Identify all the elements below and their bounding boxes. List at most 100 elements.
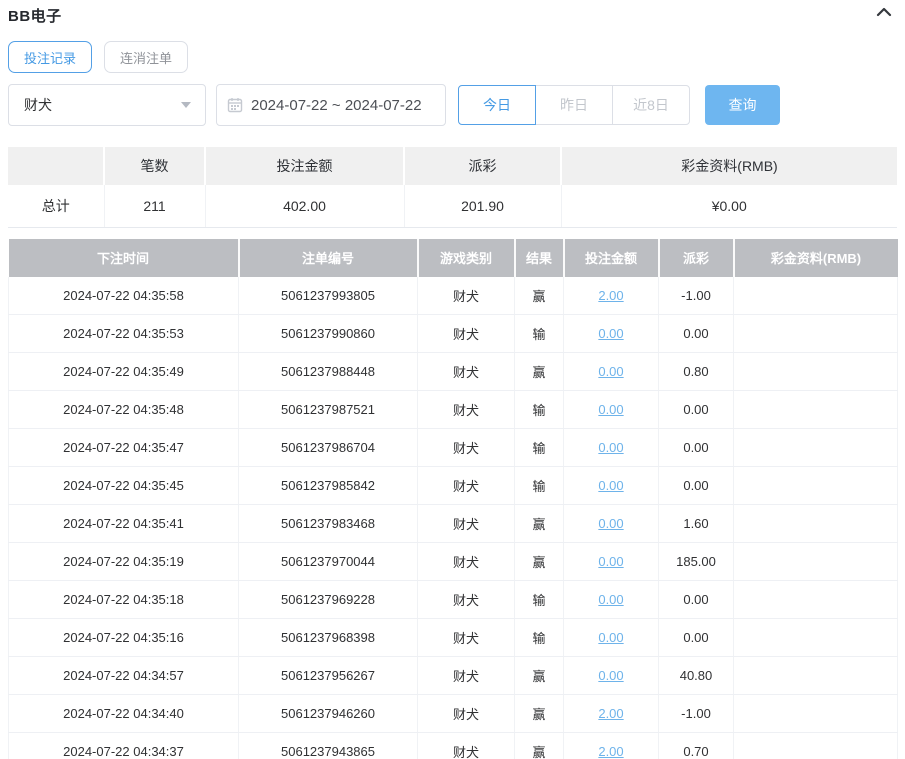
- result-cell: 赢: [514, 694, 564, 733]
- result-cell: 输: [514, 390, 564, 429]
- bet-amount-link[interactable]: 0.00: [598, 326, 623, 341]
- bonus-cell: [733, 352, 898, 391]
- bet-amount-link[interactable]: 2.00: [598, 744, 623, 759]
- bet-amount-link[interactable]: 0.00: [598, 402, 623, 417]
- bet-amount-link[interactable]: 0.00: [598, 440, 623, 455]
- col-header-payout: 派彩: [658, 238, 735, 277]
- col-header-order-number: 注单编号: [238, 238, 419, 277]
- tabs: 投注记录 连消注单: [8, 41, 897, 73]
- summary-total-label: 总计: [8, 185, 105, 228]
- bet-time-cell: 2024-07-22 04:35:47: [8, 428, 239, 467]
- payout-cell: 0.00: [658, 466, 734, 505]
- payout-cell: 0.00: [658, 618, 734, 657]
- bet-amount-link[interactable]: 0.00: [598, 478, 623, 493]
- bonus-cell: [733, 466, 898, 505]
- bet-amount-link[interactable]: 0.00: [598, 668, 623, 683]
- records-tbody: 2024-07-22 04:35:58 5061237993805 财犬赢 2.00-…: [8, 276, 898, 759]
- order-number-cell: 5061237986704: [238, 428, 418, 467]
- table-row: 2024-07-22 04:35:48 5061237987521 财犬输 0.00 0…: [8, 390, 898, 429]
- bet-amount-cell: 0.00: [563, 618, 659, 657]
- payout-cell: 0.00: [658, 428, 734, 467]
- result-cell: 赢: [514, 542, 564, 581]
- bonus-cell: [733, 542, 898, 581]
- result-cell: 赢: [514, 276, 564, 315]
- bet-time-cell: 2024-07-22 04:34:40: [8, 694, 239, 733]
- bet-time-cell: 2024-07-22 04:34:57: [8, 656, 239, 695]
- payout-cell: 0.00: [658, 390, 734, 429]
- table-row: 2024-07-22 04:34:37 5061237943865 财犬赢 2.00 0…: [8, 732, 898, 759]
- bet-amount-cell: 0.00: [563, 466, 659, 505]
- game-type-cell: 财犬: [417, 352, 515, 391]
- game-type-cell: 财犬: [417, 466, 515, 505]
- game-type-cell: 财犬: [417, 276, 515, 315]
- bet-amount-cell: 2.00: [563, 732, 659, 759]
- result-cell: 赢: [514, 732, 564, 759]
- bet-amount-link[interactable]: 0.00: [598, 554, 623, 569]
- bonus-cell: [733, 428, 898, 467]
- bet-time-cell: 2024-07-22 04:34:37: [8, 732, 239, 759]
- quick-button-last8days[interactable]: 近8日: [612, 85, 690, 125]
- payout-cell: 0.00: [658, 580, 734, 619]
- payout-cell: 0.00: [658, 314, 734, 353]
- summary-col-bonus: 彩金资料(RMB): [561, 147, 897, 185]
- bet-time-cell: 2024-07-22 04:35:48: [8, 390, 239, 429]
- bet-amount-cell: 0.00: [563, 542, 659, 581]
- records-header-row: 下注时间 注单编号 游戏类别 结果 投注金额 派彩 彩金资料(RMB): [8, 238, 898, 277]
- bet-time-cell: 2024-07-22 04:35:16: [8, 618, 239, 657]
- bet-time-cell: 2024-07-22 04:35:45: [8, 466, 239, 505]
- summary-col-count: 笔数: [104, 147, 206, 185]
- order-number-cell: 5061237969228: [238, 580, 418, 619]
- search-button[interactable]: 查询: [705, 85, 780, 125]
- bet-time-cell: 2024-07-22 04:35:19: [8, 542, 239, 581]
- order-number-cell: 5061237988448: [238, 352, 418, 391]
- game-type-cell: 财犬: [417, 314, 515, 353]
- col-header-result: 结果: [514, 238, 565, 277]
- payout-cell: -1.00: [658, 694, 734, 733]
- table-row: 2024-07-22 04:35:58 5061237993805 财犬赢 2.00 -…: [8, 276, 898, 315]
- game-select-value: 财犬: [24, 97, 52, 113]
- order-number-cell: 5061237968398: [238, 618, 418, 657]
- bet-time-cell: 2024-07-22 04:35:41: [8, 504, 239, 543]
- order-number-cell: 5061237956267: [238, 656, 418, 695]
- order-number-cell: 5061237943865: [238, 732, 418, 759]
- summary-col-bet-amount: 投注金额: [205, 147, 405, 185]
- quick-button-today[interactable]: 今日: [458, 85, 536, 125]
- bet-amount-link[interactable]: 0.00: [598, 592, 623, 607]
- tab-bet-records[interactable]: 投注记录: [8, 41, 93, 73]
- payout-cell: 0.70: [658, 732, 734, 759]
- bet-amount-cell: 0.00: [563, 352, 659, 391]
- table-row: 2024-07-22 04:35:18 5061237969228 财犬输 0.00 0…: [8, 580, 898, 619]
- table-row: 2024-07-22 04:35:47 5061237986704 财犬输 0.00 0…: [8, 428, 898, 467]
- bet-amount-link[interactable]: 0.00: [598, 630, 623, 645]
- summary-total-row: 总计 211 402.00 201.90 ¥0.00: [8, 185, 897, 228]
- records-table: 下注时间 注单编号 游戏类别 结果 投注金额 派彩 彩金资料(RMB) 2024…: [8, 238, 898, 759]
- bet-amount-link[interactable]: 2.00: [598, 288, 623, 303]
- bonus-cell: [733, 504, 898, 543]
- bet-amount-cell: 0.00: [563, 428, 659, 467]
- result-cell: 输: [514, 428, 564, 467]
- date-range-input[interactable]: 2024-07-22 ~ 2024-07-22: [216, 84, 446, 126]
- bet-time-cell: 2024-07-22 04:35:49: [8, 352, 239, 391]
- bet-amount-link[interactable]: 0.00: [598, 516, 623, 531]
- result-cell: 输: [514, 580, 564, 619]
- game-type-cell: 财犬: [417, 732, 515, 759]
- quick-button-yesterday[interactable]: 昨日: [535, 85, 613, 125]
- result-cell: 赢: [514, 352, 564, 391]
- order-number-cell: 5061237993805: [238, 276, 418, 315]
- quick-date-buttons: 今日 昨日 近8日: [458, 85, 690, 125]
- game-select[interactable]: 财犬: [8, 84, 206, 126]
- col-header-bonus: 彩金资料(RMB): [733, 238, 898, 277]
- bet-amount-link[interactable]: 0.00: [598, 364, 623, 379]
- order-number-cell: 5061237990860: [238, 314, 418, 353]
- page-title: BB电子: [8, 8, 62, 25]
- table-row: 2024-07-22 04:35:19 5061237970044 财犬赢 0.00 1…: [8, 542, 898, 581]
- bet-amount-link[interactable]: 2.00: [598, 706, 623, 721]
- bet-time-cell: 2024-07-22 04:35:58: [8, 276, 239, 315]
- bonus-cell: [733, 732, 898, 759]
- bet-amount-cell: 0.00: [563, 504, 659, 543]
- collapse-button[interactable]: [873, 5, 895, 23]
- bet-amount-cell: 2.00: [563, 694, 659, 733]
- tab-cancelled-orders[interactable]: 连消注单: [104, 41, 189, 73]
- table-row: 2024-07-22 04:34:40 5061237946260 财犬赢 2.00 -…: [8, 694, 898, 733]
- bet-amount-cell: 2.00: [563, 276, 659, 315]
